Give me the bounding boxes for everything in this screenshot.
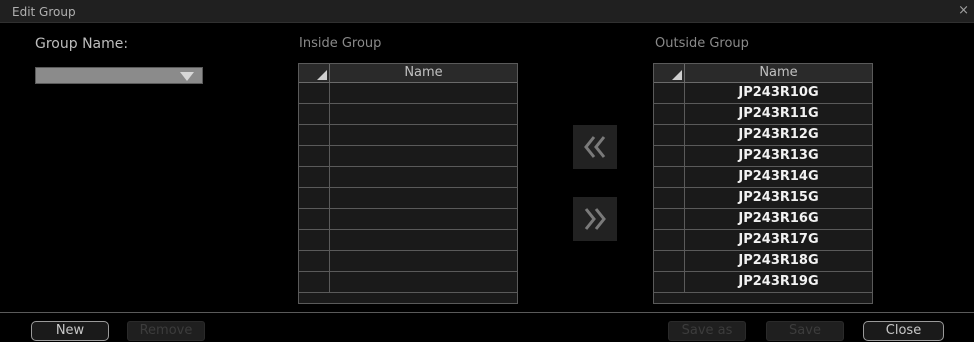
outside-grid-name-cell[interactable]: JP243R12G [685,125,872,145]
outside-grid-row-selector[interactable] [654,104,685,124]
group-name-label: Group Name: [35,36,129,52]
group-name-dropdown[interactable] [35,67,203,84]
inside-grid-name-cell[interactable] [330,167,517,187]
outside-name-column-header[interactable]: Name [685,65,872,80]
corner-triangle-icon [317,70,327,80]
inside-grid-row[interactable] [299,209,517,230]
outside-grid-header: Name [654,64,872,83]
inside-grid-row[interactable] [299,83,517,104]
inside-group-label: Inside Group [299,36,382,51]
button-bar: New Remove Save as Save Close [0,312,974,342]
outside-grid-row-selector[interactable] [654,125,685,145]
edit-group-dialog: Edit Group × Group Name: Inside Group Ou… [0,0,974,342]
save-button[interactable]: Save [766,321,844,341]
outside-grid-row[interactable]: JP243R17G [654,230,872,251]
outside-grid-name-cell[interactable]: JP243R10G [685,83,872,103]
outside-grid-row[interactable]: JP243R18G [654,251,872,272]
outside-grid-name-cell[interactable]: JP243R16G [685,209,872,229]
outside-grid-name-cell[interactable]: JP243R13G [685,146,872,166]
outside-grid-name-cell[interactable]: JP243R18G [685,251,872,271]
inside-select-all-cell[interactable] [299,64,330,82]
save-as-button[interactable]: Save as [668,321,746,341]
inside-grid-row-selector[interactable] [299,125,330,145]
inside-grid-name-cell[interactable] [330,104,517,124]
move-to-outside-button[interactable] [573,197,617,241]
double-chevron-right-icon [584,208,606,230]
outside-grid-row-selector[interactable] [654,167,685,187]
inside-grid-name-cell[interactable] [330,209,517,229]
outside-grid-row-selector[interactable] [654,272,685,292]
outside-grid-name-cell[interactable]: JP243R15G [685,188,872,208]
outside-grid-name-cell[interactable]: JP243R19G [685,272,872,292]
outside-grid-row-selector[interactable] [654,188,685,208]
inside-grid-row[interactable] [299,188,517,209]
outside-select-all-cell[interactable] [654,64,685,82]
inside-grid-row[interactable] [299,230,517,251]
outside-grid-row[interactable]: JP243R16G [654,209,872,230]
inside-grid-row[interactable] [299,125,517,146]
inside-grid-row-selector[interactable] [299,188,330,208]
inside-grid-row-selector[interactable] [299,104,330,124]
inside-grid-row[interactable] [299,167,517,188]
inside-grid-row-selector[interactable] [299,83,330,103]
outside-grid-row[interactable]: JP243R10G [654,83,872,104]
corner-triangle-icon [672,70,682,80]
inside-grid-row[interactable] [299,272,517,293]
outside-grid-row-selector[interactable] [654,209,685,229]
move-to-inside-button[interactable] [573,125,617,169]
title-bar: Edit Group × [0,0,974,23]
outside-grid-row[interactable]: JP243R19G [654,272,872,293]
inside-grid-row-selector[interactable] [299,272,330,292]
inside-grid-name-cell[interactable] [330,251,517,271]
inside-grid-row-selector[interactable] [299,167,330,187]
inside-grid-name-cell[interactable] [330,83,517,103]
inside-group-grid: Name [298,63,518,304]
inside-grid-row-selector[interactable] [299,209,330,229]
inside-grid-name-cell[interactable] [330,125,517,145]
inside-grid-rows [299,83,517,293]
outside-grid-row[interactable]: JP243R14G [654,167,872,188]
inside-grid-name-cell[interactable] [330,272,517,292]
outside-grid-name-cell[interactable]: JP243R17G [685,230,872,250]
inside-grid-row[interactable] [299,104,517,125]
inside-grid-name-cell[interactable] [330,230,517,250]
outside-grid-row-selector[interactable] [654,251,685,271]
outside-group-grid: Name JP243R10G JP243R11G JP243R12G JP243R13… [653,63,873,304]
outside-grid-row-selector[interactable] [654,230,685,250]
inside-grid-header: Name [299,64,517,83]
outside-grid-row[interactable]: JP243R13G [654,146,872,167]
outside-grid-row-selector[interactable] [654,83,685,103]
outside-grid-row[interactable]: JP243R12G [654,125,872,146]
inside-grid-name-cell[interactable] [330,188,517,208]
inside-name-column-header[interactable]: Name [330,65,517,80]
outside-grid-row[interactable]: JP243R15G [654,188,872,209]
outside-grid-rows: JP243R10G JP243R11G JP243R12G JP243R13G JP24… [654,83,872,293]
outside-group-label: Outside Group [655,36,749,51]
outside-grid-row[interactable]: JP243R11G [654,104,872,125]
new-button[interactable]: New [31,321,109,341]
inside-grid-name-cell[interactable] [330,146,517,166]
outside-grid-row-selector[interactable] [654,146,685,166]
inside-grid-row[interactable] [299,251,517,272]
inside-grid-row[interactable] [299,146,517,167]
double-chevron-left-icon [584,136,606,158]
outside-grid-name-cell[interactable]: JP243R11G [685,104,872,124]
inside-grid-row-selector[interactable] [299,251,330,271]
dropdown-arrow-icon [180,72,194,81]
dialog-title: Edit Group [12,5,76,19]
inside-grid-row-selector[interactable] [299,146,330,166]
close-icon[interactable]: × [958,3,969,18]
close-button[interactable]: Close [863,321,944,341]
remove-button[interactable]: Remove [127,321,205,341]
inside-grid-row-selector[interactable] [299,230,330,250]
outside-grid-name-cell[interactable]: JP243R14G [685,167,872,187]
